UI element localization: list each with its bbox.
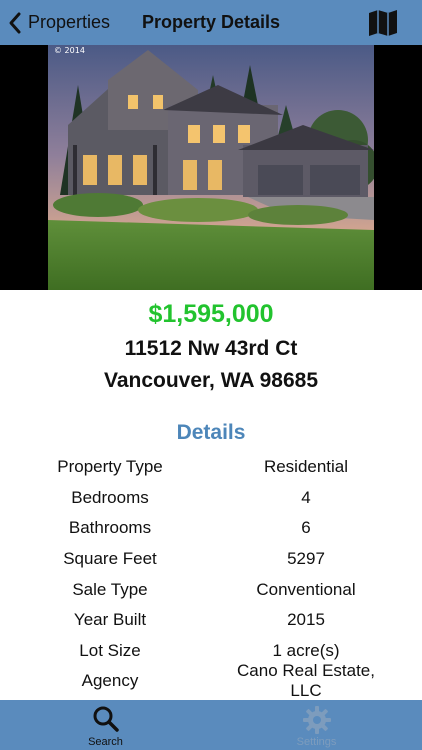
detail-row-year-built: Year Built 2015 — [0, 605, 422, 636]
detail-row-agency: Agency Cano Real Estate, LLC — [0, 661, 422, 700]
listing-price: $1,595,000 — [148, 300, 274, 328]
map-button[interactable] — [368, 9, 398, 37]
tab-settings-label: Settings — [296, 736, 337, 748]
detail-value: Cano Real Estate, LLC — [237, 661, 375, 701]
detail-label: Lot Size — [79, 640, 141, 660]
back-button-label: Properties — [28, 12, 111, 32]
details-heading: Details — [176, 421, 246, 444]
map-icon — [369, 10, 397, 36]
detail-row-bathrooms: Bathrooms 6 — [0, 513, 422, 544]
tab-settings[interactable]: Settings — [211, 700, 422, 750]
hero-image-area: © 2014 — [0, 45, 422, 290]
detail-label: Square Feet — [63, 549, 157, 569]
detail-value: Residential — [263, 457, 349, 477]
tab-bar: Search Settings — [0, 700, 422, 750]
details-table: Property Type Residential Bedrooms 4 Bat… — [0, 452, 422, 700]
detail-value: Conventional — [256, 579, 356, 599]
detail-row-property-type: Property Type Residential — [0, 452, 422, 483]
detail-row-square-feet: Square Feet 5297 — [0, 544, 422, 575]
detail-label: Bedrooms — [71, 487, 149, 507]
detail-label: Agency — [81, 671, 139, 691]
detail-value: 2015 — [287, 610, 325, 630]
navigation-bar: Properties Property Details — [0, 0, 422, 45]
detail-value: 4 — [301, 487, 311, 507]
detail-label: Year Built — [73, 610, 147, 630]
property-photo[interactable]: © 2014 — [48, 45, 374, 290]
detail-row-bedrooms: Bedrooms 4 — [0, 483, 422, 514]
address-city: Vancouver, WA 98685 — [103, 369, 318, 392]
detail-label: Bathrooms — [68, 518, 152, 538]
detail-value: 5297 — [287, 549, 325, 569]
gear-icon — [302, 706, 331, 734]
address-street: 11512 Nw 43rd Ct — [124, 337, 298, 360]
detail-label: Property Type — [57, 457, 163, 477]
photo-copyright: © 2014 — [54, 46, 85, 55]
house-illustration — [48, 45, 374, 290]
detail-row-sale-type: Sale Type Conventional — [0, 574, 422, 605]
tab-search[interactable]: Search — [0, 700, 211, 750]
back-button[interactable]: Properties — [8, 0, 110, 45]
tab-search-label: Search — [88, 736, 123, 748]
detail-value: 1 acre(s) — [272, 640, 340, 660]
chevron-left-icon — [9, 12, 21, 33]
detail-value: 6 — [301, 518, 311, 538]
detail-label: Sale Type — [72, 579, 148, 599]
search-icon — [93, 706, 119, 732]
